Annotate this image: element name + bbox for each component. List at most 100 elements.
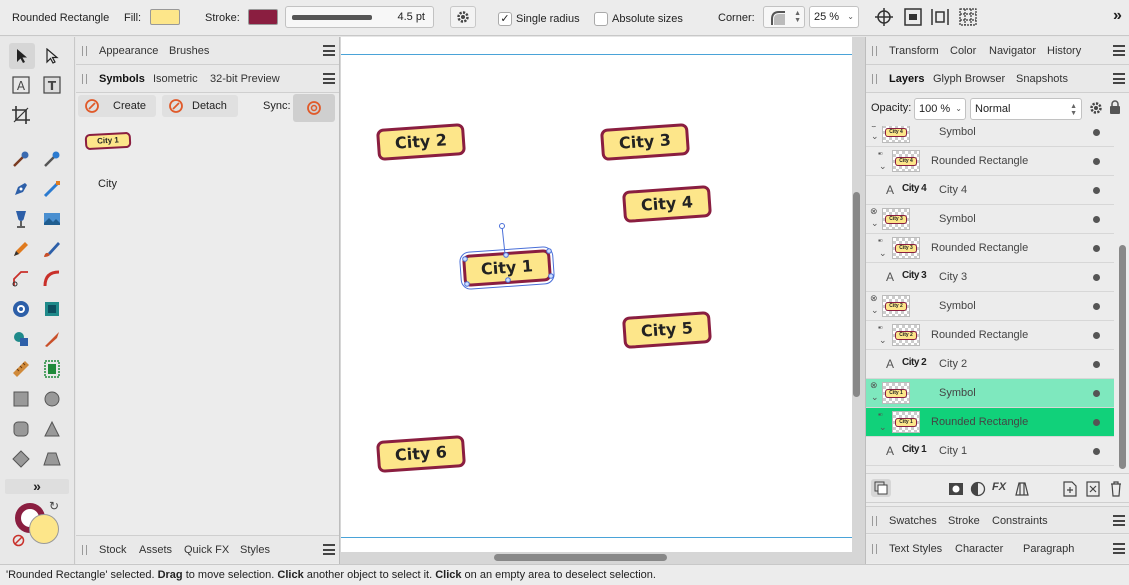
horizontal-scrollbar[interactable] xyxy=(494,554,667,561)
blend-mode-select[interactable]: Normal ▲ ▼ xyxy=(970,98,1082,120)
drag-grip-icon[interactable] xyxy=(872,516,877,526)
lock-icon[interactable] xyxy=(1109,100,1121,114)
chevron-down-icon[interactable]: ⌄ xyxy=(871,392,879,403)
distribute-button[interactable] xyxy=(930,7,952,27)
symbol-thumbnail[interactable]: City 1 xyxy=(84,131,132,151)
tab-navigator[interactable]: Navigator xyxy=(989,44,1036,58)
layer-row-text[interactable]: A City 1 City 1 xyxy=(866,437,1114,466)
chevron-down-icon[interactable]: ⌄ xyxy=(871,131,879,142)
node-tool[interactable] xyxy=(40,44,64,68)
layers-scrollbar[interactable] xyxy=(1119,245,1126,469)
chevron-down-icon[interactable]: ⌄ xyxy=(871,305,879,316)
frame-text-tool[interactable]: A xyxy=(9,73,33,97)
chevron-down-icon[interactable]: ⌄ xyxy=(879,335,887,346)
transparency-tool[interactable] xyxy=(9,297,33,321)
absolute-sizes-checkbox[interactable] xyxy=(594,12,608,26)
panel-menu-icon[interactable] xyxy=(323,45,335,56)
layer-row-text[interactable]: A City 4 City 4 xyxy=(866,176,1114,205)
layer-row-shape[interactable]: ▪▫ ⌄ City 1 Rounded Rectangle xyxy=(866,408,1114,437)
visibility-icon[interactable] xyxy=(1093,216,1100,223)
corner-tool[interactable] xyxy=(9,267,33,291)
group-layers-icon[interactable] xyxy=(1085,480,1101,497)
no-color-icon[interactable] xyxy=(12,534,25,547)
panel-menu-icon[interactable] xyxy=(1113,543,1125,554)
adjustment-icon[interactable] xyxy=(970,481,986,497)
layer-row-text[interactable]: A City 2 City 2 xyxy=(866,350,1114,379)
tab-isometric[interactable]: Isometric xyxy=(153,72,198,86)
tab-stroke[interactable]: Stroke xyxy=(948,514,980,528)
stroke-swatch[interactable] xyxy=(248,9,278,25)
rounded-rectangle-tool[interactable] xyxy=(9,417,33,441)
chevron-down-icon[interactable]: ⌄ xyxy=(879,161,887,172)
visibility-icon[interactable] xyxy=(1093,419,1100,426)
slice-tool[interactable] xyxy=(40,357,64,381)
tab-symbols[interactable]: Symbols xyxy=(99,72,145,86)
tab-history[interactable]: History xyxy=(1047,44,1081,58)
visibility-icon[interactable] xyxy=(1093,187,1100,194)
vector-brush-tool[interactable] xyxy=(9,207,33,231)
layer-row-symbol[interactable]: ⊗ ⌄ City 3 Symbol xyxy=(866,205,1114,234)
fill-color-well[interactable] xyxy=(29,514,59,544)
triangle-tool[interactable] xyxy=(40,417,64,441)
tab-appearance[interactable]: Appearance xyxy=(99,44,158,58)
tab-quick-fx[interactable]: Quick FX xyxy=(184,543,229,557)
color-picker-tool[interactable] xyxy=(9,147,33,171)
tab-brushes[interactable]: Brushes xyxy=(169,44,209,58)
pen-tool[interactable] xyxy=(9,177,33,201)
tab-character[interactable]: Character xyxy=(955,542,1003,556)
visibility-icon[interactable] xyxy=(1093,448,1100,455)
city-label-3[interactable]: City 3 xyxy=(599,122,691,162)
chevron-down-icon[interactable]: ⌄ xyxy=(871,218,879,229)
artistic-text-tool[interactable]: T xyxy=(40,73,64,97)
opacity-field[interactable]: 100 % ⌄ xyxy=(914,98,966,120)
place-image-tool[interactable] xyxy=(40,207,64,231)
diamond-tool[interactable] xyxy=(9,447,33,471)
layer-row-shape[interactable]: ▪▫ ⌄ City 2 Rounded Rectangle xyxy=(866,321,1114,350)
gear-button[interactable] xyxy=(450,6,476,28)
layer-row-shape[interactable]: ▪▫ ⌄ City 4 Rounded Rectangle xyxy=(866,147,1114,176)
selection-handles[interactable] xyxy=(456,219,561,291)
crop-tool[interactable] xyxy=(9,103,33,127)
drag-grip-icon[interactable] xyxy=(82,46,87,56)
vector-crop-tool[interactable] xyxy=(9,327,33,351)
panel-menu-icon[interactable] xyxy=(1113,515,1125,526)
chevron-down-icon[interactable]: ⌄ xyxy=(879,248,887,259)
tab-snapshots[interactable]: Snapshots xyxy=(1016,72,1068,86)
tab-styles[interactable]: Styles xyxy=(240,543,270,557)
layer-row-symbol[interactable]: ⊗ ⌄ City 1 Symbol xyxy=(866,379,1114,408)
symbol-name[interactable]: City xyxy=(98,178,117,190)
drag-grip-icon[interactable] xyxy=(82,74,87,84)
snap-button[interactable] xyxy=(874,7,896,27)
grid-button[interactable] xyxy=(958,7,980,27)
more-tools-button[interactable]: » xyxy=(5,479,69,494)
visibility-icon[interactable] xyxy=(1093,390,1100,397)
fill-tool[interactable] xyxy=(40,147,64,171)
city-label-5[interactable]: City 5 xyxy=(621,310,713,350)
move-tool[interactable] xyxy=(9,43,35,69)
visibility-icon[interactable] xyxy=(1093,245,1100,252)
drag-grip-icon[interactable] xyxy=(872,544,877,554)
tab-text-styles[interactable]: Text Styles xyxy=(889,542,942,556)
fx-icon[interactable]: FX xyxy=(992,481,1006,493)
measure-tool[interactable] xyxy=(9,357,33,381)
drag-grip-icon[interactable] xyxy=(872,74,877,84)
vertical-scrollbar[interactable] xyxy=(853,192,860,397)
stroke-width-slider[interactable]: 4.5 pt xyxy=(285,6,434,28)
canvas-area[interactable]: City 2 City 3 City 4 City 1 City 5 City … xyxy=(340,37,865,564)
tab-glyph-browser[interactable]: Glyph Browser xyxy=(933,72,1005,86)
node-edit-tool[interactable] xyxy=(40,177,64,201)
align-middle-button[interactable] xyxy=(903,7,925,27)
panel-menu-icon[interactable] xyxy=(323,544,335,555)
layer-row-symbol[interactable]: ⊗ ⌄ City 2 Symbol xyxy=(866,292,1114,321)
gear-icon[interactable] xyxy=(1089,101,1103,115)
tab-color[interactable]: Color xyxy=(950,44,976,58)
paint-brush-tool[interactable] xyxy=(40,237,64,261)
drag-grip-icon[interactable] xyxy=(82,545,87,555)
panel-menu-icon[interactable] xyxy=(1113,73,1125,84)
ellipse-tool[interactable] xyxy=(40,387,64,411)
city-label-4[interactable]: City 4 xyxy=(621,184,713,224)
chevron-down-icon[interactable]: ⌄ xyxy=(879,422,887,433)
visibility-icon[interactable] xyxy=(1093,361,1100,368)
tab-paragraph[interactable]: Paragraph xyxy=(1023,542,1074,556)
add-layer-icon[interactable] xyxy=(1062,480,1078,497)
